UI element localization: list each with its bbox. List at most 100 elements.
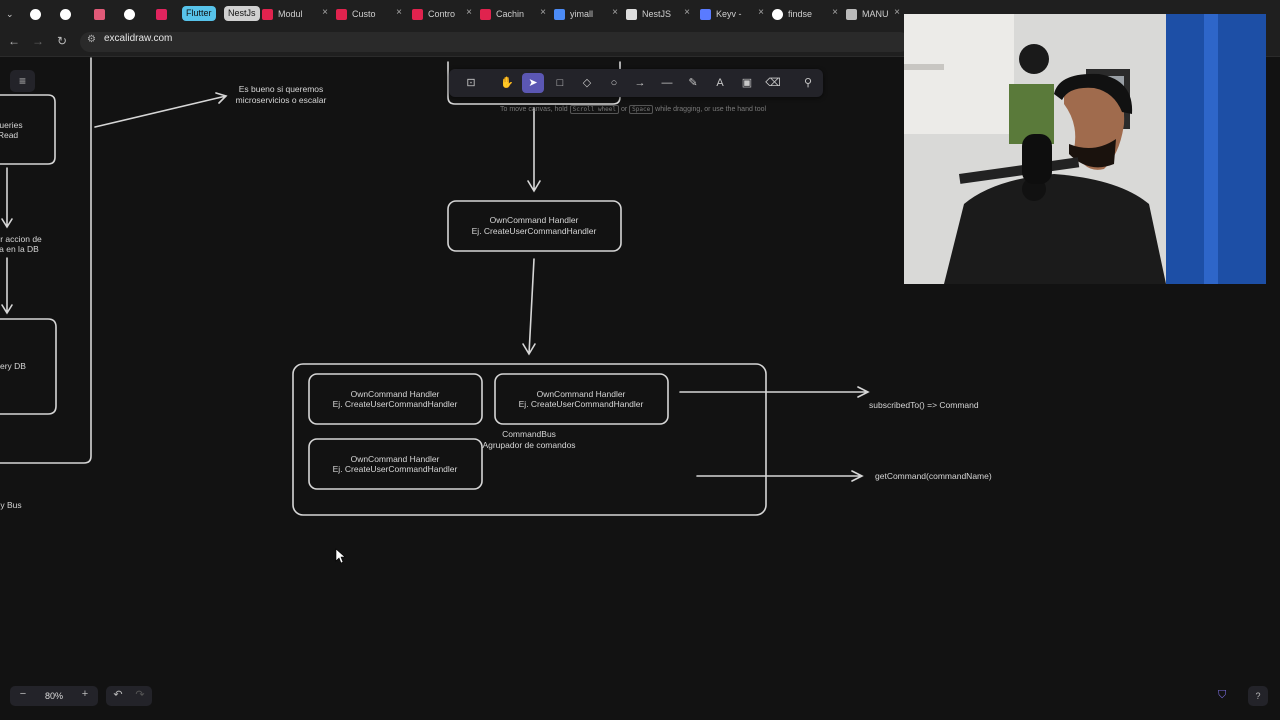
- tab-9[interactable]: yimall ×: [554, 3, 620, 25]
- tool-rectangle[interactable]: □: [549, 73, 571, 93]
- shield-icon[interactable]: ⛉: [1218, 689, 1226, 702]
- chatgpt-icon: [626, 8, 637, 20]
- zoom-out-button[interactable]: −: [14, 688, 32, 700]
- tab-2[interactable]: [94, 3, 116, 25]
- eraser-icon: ⌫: [765, 77, 781, 89]
- github-icon: [60, 8, 71, 20]
- tab-label: yimall: [570, 9, 594, 19]
- handler-top-title: OwnCommand Handler: [490, 215, 579, 225]
- site-info-icon: ⚙: [87, 34, 96, 45]
- pointer-icon: ➤: [528, 77, 538, 89]
- tool-hand[interactable]: ✋: [496, 73, 518, 93]
- tab-5[interactable]: Modul ×: [262, 3, 330, 25]
- undo-button[interactable]: ↶: [109, 688, 127, 701]
- tool-eraser[interactable]: ⌫: [762, 73, 784, 93]
- close-icon[interactable]: ×: [396, 7, 402, 18]
- left-text-accion: r accion de: [0, 234, 42, 244]
- tab-label: findse: [788, 9, 813, 19]
- handler-top-example: Ej. CreateUserCommandHandler: [472, 226, 597, 236]
- keyv-icon: [700, 8, 711, 20]
- tool-line[interactable]: —: [656, 73, 678, 93]
- shapes-icon: ⚲: [803, 77, 813, 89]
- lock-icon: ⊡: [466, 77, 476, 89]
- app-icon: [156, 8, 167, 20]
- tab-1[interactable]: [60, 3, 82, 25]
- handler-c-title: OwnCommand Handler: [351, 454, 440, 464]
- handler-b-title: OwnCommand Handler: [537, 389, 626, 399]
- zoom-in-button[interactable]: +: [76, 688, 94, 700]
- tab-10[interactable]: NestJS ×: [626, 3, 692, 25]
- arrow-to-note: [94, 92, 228, 128]
- webcam-overlay: [904, 14, 1266, 284]
- nestjs-icon: [480, 8, 491, 20]
- tool-selection[interactable]: ➤: [522, 73, 544, 93]
- nestjs-icon: [412, 8, 423, 20]
- arrow-handler-to-bus: [522, 258, 536, 356]
- tab-0[interactable]: [30, 3, 52, 25]
- tab-13[interactable]: MANU ×: [846, 3, 902, 25]
- canvas-hint: To move canvas, hold Scroll wheel or Spa…: [500, 105, 767, 114]
- mouse-cursor: [335, 548, 346, 564]
- doc-icon: [554, 8, 565, 20]
- arrow-top-to-handler: [527, 107, 541, 193]
- hint-kbd-space: Space: [629, 105, 654, 114]
- tab-group-nestjs[interactable]: NestJs: [224, 6, 260, 21]
- bus-label-desc: Agrupador de comandos: [482, 440, 575, 450]
- forward-button[interactable]: →: [30, 34, 46, 48]
- close-icon[interactable]: ×: [322, 7, 328, 18]
- tab-3[interactable]: [124, 3, 146, 25]
- close-icon[interactable]: ×: [540, 7, 546, 18]
- tab-4[interactable]: [156, 3, 178, 25]
- undo-redo-controls: ↶ ↷: [106, 686, 152, 706]
- tab-7[interactable]: Contro ×: [412, 3, 474, 25]
- arrow-right-icon: →: [32, 34, 44, 48]
- close-icon[interactable]: ×: [894, 7, 900, 18]
- close-icon[interactable]: ×: [466, 7, 472, 18]
- tab-group-flutter[interactable]: Flutter: [182, 6, 216, 21]
- zoom-level[interactable]: 80%: [40, 691, 68, 701]
- tab-label: Modul: [278, 9, 303, 19]
- tool-arrow[interactable]: →: [629, 73, 651, 93]
- tab-label: Contro: [428, 9, 456, 19]
- back-button[interactable]: ←: [6, 34, 22, 48]
- left-big-container: [0, 57, 92, 464]
- diamond-icon: ◇: [582, 77, 592, 89]
- tool-extra[interactable]: ⚲: [797, 73, 819, 93]
- tool-image[interactable]: ▣: [736, 73, 758, 93]
- bus-label-title: CommandBus: [502, 429, 556, 439]
- tab-label: NestJS: [642, 9, 672, 19]
- hamburger-icon: ≡: [18, 74, 26, 88]
- nestjs-icon: [336, 8, 347, 20]
- close-icon[interactable]: ×: [832, 7, 838, 18]
- redo-button[interactable]: ↷: [131, 688, 149, 701]
- reload-button[interactable]: ↻: [54, 34, 70, 48]
- url-field[interactable]: ⚙: [80, 32, 910, 52]
- left-text-read: Read: [0, 130, 18, 140]
- tab-6[interactable]: Custo ×: [336, 3, 404, 25]
- zoom-controls: − 80% +: [10, 686, 98, 706]
- tab-12[interactable]: findse ×: [772, 3, 840, 25]
- left-text-queries: ueries: [0, 120, 23, 130]
- close-icon[interactable]: ×: [684, 7, 690, 18]
- tool-lock[interactable]: ⊡: [460, 73, 482, 93]
- close-icon[interactable]: ×: [612, 7, 618, 18]
- main-menu-button[interactable]: ≡: [10, 70, 35, 92]
- arrow-getcommand: [696, 470, 864, 482]
- tab-search-dropdown[interactable]: ⌄: [6, 3, 20, 25]
- handler-b-example: Ej. CreateUserCommandHandler: [519, 399, 644, 409]
- tool-ellipse[interactable]: ○: [603, 73, 625, 93]
- arrow-subscribed: [679, 386, 870, 398]
- close-icon[interactable]: ×: [758, 7, 764, 18]
- tool-text[interactable]: A: [709, 73, 731, 93]
- help-button[interactable]: ?: [1248, 686, 1268, 706]
- tool-diamond[interactable]: ◇: [576, 73, 598, 93]
- hint-text-3: while dragging, or use the hand tool: [655, 106, 767, 113]
- tool-draw[interactable]: ✎: [682, 73, 704, 93]
- tab-label: MANU: [862, 9, 889, 19]
- handler-a-title: OwnCommand Handler: [351, 389, 440, 399]
- arrow-icon: →: [634, 77, 646, 89]
- tab-8[interactable]: Cachin ×: [480, 3, 548, 25]
- hand-icon: ✋: [500, 77, 514, 89]
- tab-11[interactable]: Keyv - ×: [700, 3, 766, 25]
- hint-kbd-scroll: Scroll wheel: [569, 105, 620, 114]
